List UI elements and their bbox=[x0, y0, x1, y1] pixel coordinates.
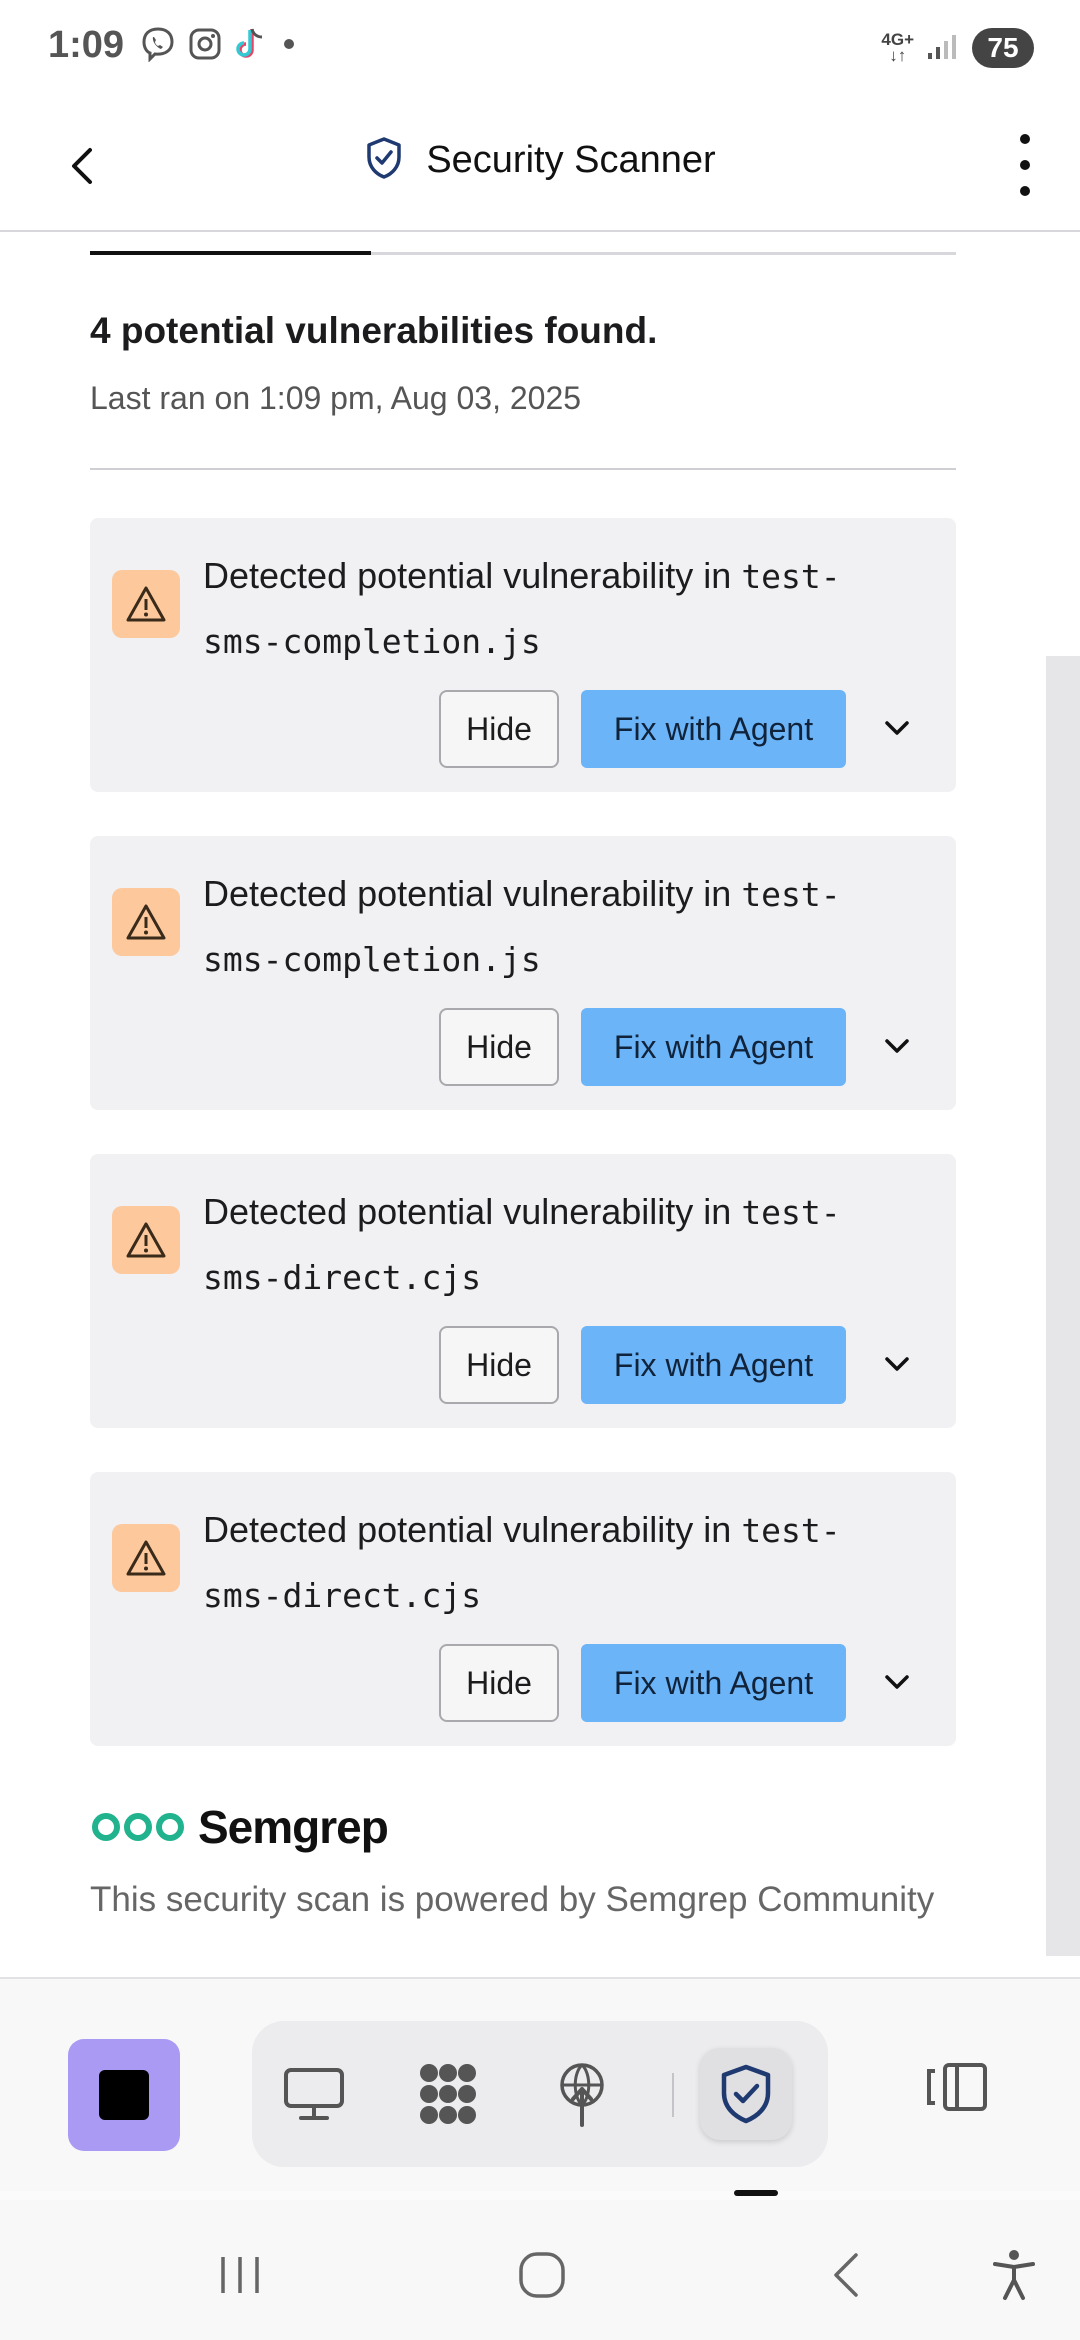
semgrep-logo: Semgrep bbox=[90, 1800, 389, 1854]
stop-icon bbox=[99, 2070, 149, 2120]
hide-button[interactable]: Hide bbox=[439, 1008, 559, 1086]
divider bbox=[90, 468, 956, 470]
status-right: 4G+ ↓↑ 75 bbox=[881, 28, 1034, 68]
vulnerability-description: Detected potential vulnerability in test… bbox=[203, 1509, 841, 1615]
network-type: 4G+ ↓↑ bbox=[881, 30, 914, 65]
status-bar: 1:09 4G+ ↓↑ 75 bbox=[0, 0, 1080, 100]
vulnerability-card: Detected potential vulnerability in test… bbox=[90, 1154, 956, 1428]
fix-with-agent-button[interactable]: Fix with Agent bbox=[581, 690, 846, 768]
semgrep-rings-icon bbox=[92, 1813, 184, 1841]
powered-by-text: This security scan is powered by Semgrep… bbox=[90, 1880, 935, 1919]
battery-indicator: 75 bbox=[972, 28, 1034, 68]
page-title: Security Scanner bbox=[0, 136, 1080, 185]
vulnerability-description: Detected potential vulnerability in test… bbox=[203, 1191, 841, 1297]
more-options-icon[interactable] bbox=[1010, 130, 1040, 200]
layout-toggle-icon[interactable] bbox=[916, 2047, 996, 2127]
vulnerability-card: Detected potential vulnerability in test… bbox=[90, 1472, 956, 1746]
fix-with-agent-button[interactable]: Fix with Agent bbox=[581, 1644, 846, 1722]
vulnerability-card: Detected potential vulnerability in test… bbox=[90, 518, 956, 792]
app-bar: Security Scanner bbox=[0, 100, 1080, 232]
chevron-down-icon[interactable] bbox=[880, 1668, 914, 1698]
hide-button[interactable]: Hide bbox=[439, 1326, 559, 1404]
active-tab-indicator bbox=[734, 2190, 778, 2196]
back-nav-icon[interactable] bbox=[806, 2240, 886, 2310]
tool-switcher bbox=[252, 2021, 828, 2167]
system-navigation-bar bbox=[0, 2200, 1080, 2340]
accessibility-icon[interactable] bbox=[974, 2240, 1054, 2310]
fix-with-agent-button[interactable]: Fix with Agent bbox=[581, 1326, 846, 1404]
hide-button[interactable]: Hide bbox=[439, 1644, 559, 1722]
scrollbar[interactable] bbox=[1046, 656, 1080, 1956]
vulnerability-card: Detected potential vulnerability in test… bbox=[90, 836, 956, 1110]
monitor-icon[interactable] bbox=[268, 2048, 360, 2140]
vulnerability-description: Detected potential vulnerability in test… bbox=[203, 555, 841, 661]
home-icon[interactable] bbox=[502, 2240, 582, 2310]
warning-icon bbox=[112, 888, 180, 956]
warning-icon bbox=[112, 1524, 180, 1592]
semgrep-brand: Semgrep bbox=[198, 1801, 389, 1853]
toolbar-divider bbox=[672, 2073, 674, 2117]
bottom-toolbar bbox=[0, 1977, 1080, 2191]
page-title-text: Security Scanner bbox=[426, 139, 716, 181]
packages-icon[interactable] bbox=[402, 2048, 494, 2140]
chevron-down-icon[interactable] bbox=[880, 714, 914, 744]
chevron-down-icon[interactable] bbox=[880, 1032, 914, 1062]
fix-with-agent-button[interactable]: Fix with Agent bbox=[581, 1008, 846, 1086]
tab-indicator bbox=[90, 251, 956, 255]
recent-apps-icon[interactable] bbox=[200, 2240, 280, 2310]
scan-results: 4 potential vulnerabilities found. Last … bbox=[0, 232, 1080, 1977]
notification-icons bbox=[140, 26, 298, 67]
status-time: 1:09 bbox=[48, 24, 125, 66]
warning-icon bbox=[112, 570, 180, 638]
last-ran-timestamp: Last ran on 1:09 pm, Aug 03, 2025 bbox=[90, 380, 582, 416]
hide-button[interactable]: Hide bbox=[439, 690, 559, 768]
more-notifications-dot bbox=[280, 35, 298, 58]
viber-icon bbox=[140, 26, 176, 67]
warning-icon bbox=[112, 1206, 180, 1274]
security-shield-icon[interactable] bbox=[700, 2048, 792, 2140]
instagram-icon bbox=[188, 27, 222, 66]
shield-icon bbox=[364, 136, 404, 185]
scan-summary: 4 potential vulnerabilities found. bbox=[90, 310, 658, 351]
tiktok-icon bbox=[234, 26, 268, 67]
vulnerability-description: Detected potential vulnerability in test… bbox=[203, 873, 841, 979]
chevron-down-icon[interactable] bbox=[880, 1350, 914, 1380]
stop-button[interactable] bbox=[68, 2039, 180, 2151]
deploy-icon[interactable] bbox=[536, 2048, 628, 2140]
signal-icon bbox=[926, 31, 960, 66]
